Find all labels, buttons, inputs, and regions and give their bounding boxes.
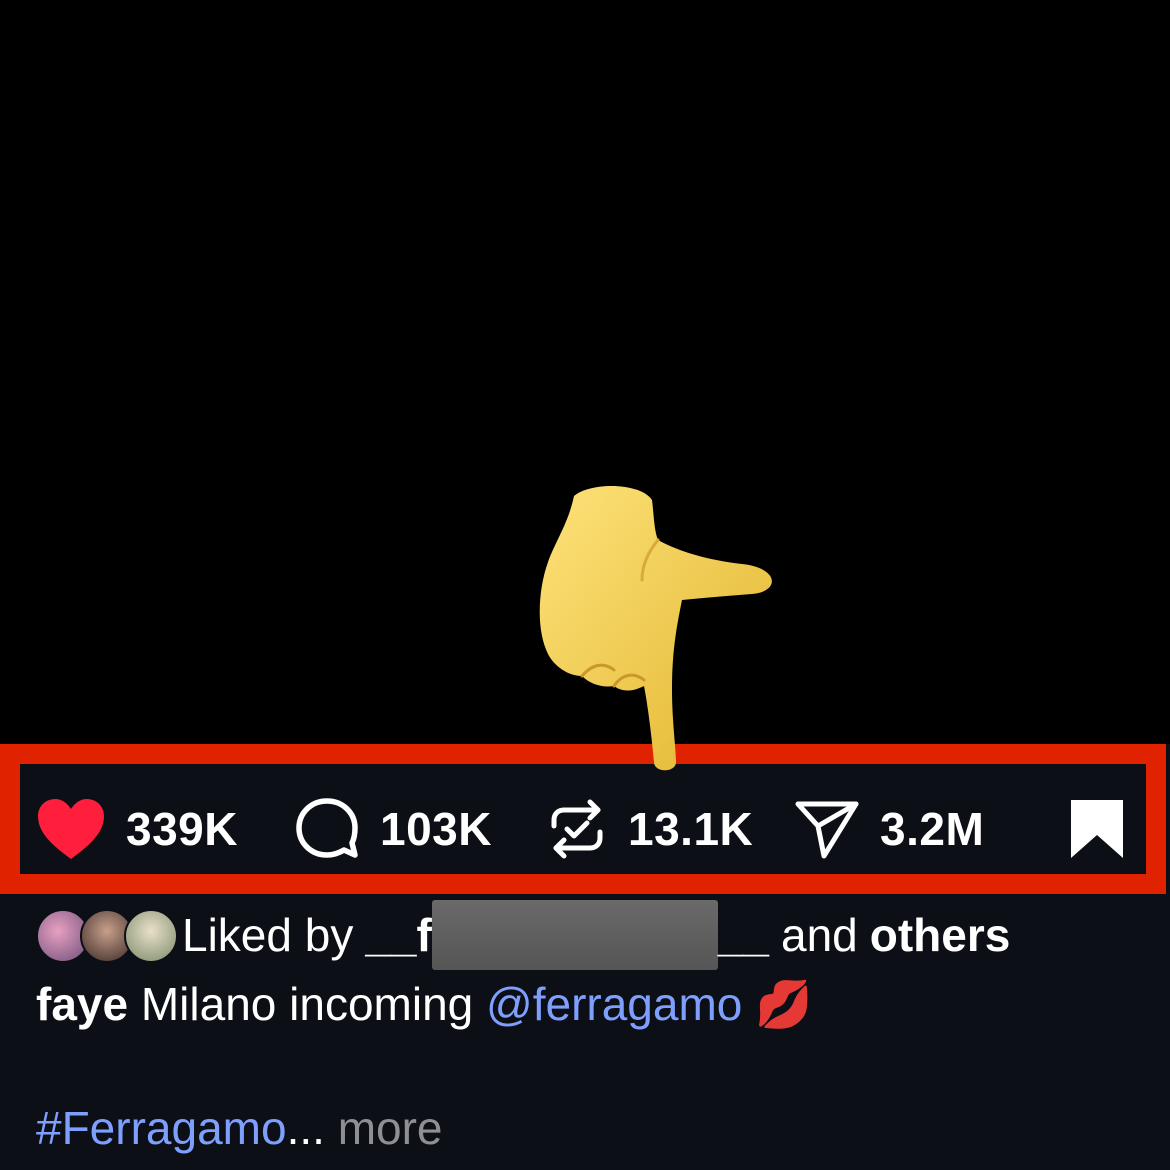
caption-hashtag[interactable]: #Ferragamo (36, 1102, 287, 1154)
caption-username[interactable]: faye (36, 978, 128, 1030)
caption-text: Milano incoming (140, 978, 474, 1030)
post-caption: faye Milano incoming @ferragamo 💋 (36, 972, 812, 1036)
liker-username-end[interactable]: __ (718, 908, 769, 962)
more-button[interactable]: more (338, 1102, 443, 1154)
post-screen: 339K 103K 13.1K 3.2M Liked by __f __ and… (0, 0, 1170, 1170)
pointing-down-hand-icon (530, 480, 780, 780)
caption-hashtag-line: #Ferragamo... more (36, 1096, 443, 1160)
redaction-block (431, 900, 718, 970)
liked-by-prefix: Liked by (182, 909, 354, 961)
liked-by-row[interactable]: Liked by __f __ and others (36, 900, 1010, 970)
caption-mention[interactable]: @ferragamo (486, 978, 742, 1030)
liked-by-others[interactable]: others (870, 908, 1011, 962)
liked-by-and: and (781, 909, 858, 961)
liker-avatars[interactable] (36, 907, 178, 963)
liker-username-start[interactable]: __f (365, 908, 431, 962)
avatar[interactable] (124, 909, 178, 963)
caption-ellipsis: ... (286, 1102, 325, 1154)
kiss-emoji: 💋 (755, 978, 813, 1030)
